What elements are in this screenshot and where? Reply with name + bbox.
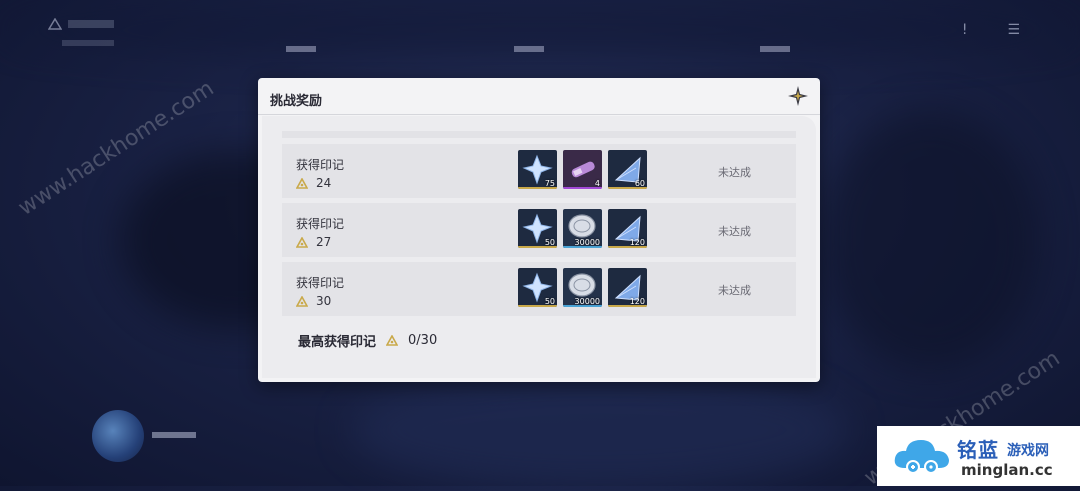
row-status: 未达成 <box>718 166 751 179</box>
row-label: 获得印记 <box>296 217 345 231</box>
reward-item[interactable]: 120 <box>608 209 647 248</box>
row-mark-count: 30 <box>296 294 331 308</box>
item-qty: 50 <box>544 238 555 247</box>
mark-count-value: 30 <box>316 294 332 308</box>
reward-item[interactable]: 50 <box>518 209 557 248</box>
item-qty: 120 <box>629 297 645 306</box>
skill-orb-icon[interactable] <box>92 410 144 462</box>
item-qty: 120 <box>629 238 645 247</box>
dialog-title: 挑战奖励 <box>270 94 323 109</box>
reward-items: 50 30000 120 <box>518 268 647 307</box>
mark-icon <box>386 335 399 346</box>
mark-icon <box>296 295 308 307</box>
cloud-gamepad-icon <box>894 440 949 474</box>
close-star-icon <box>788 86 808 106</box>
row-mark-count: 27 <box>296 235 331 249</box>
logo-domain: minglan.cc <box>961 461 1053 479</box>
top-left-hud <box>48 18 114 56</box>
list-top-edge <box>282 131 796 138</box>
row-status: 未达成 <box>718 284 751 297</box>
reward-item[interactable]: 120 <box>608 268 647 307</box>
info-icon[interactable]: ! <box>962 22 968 38</box>
row-label: 获得印记 <box>296 276 345 290</box>
reward-items: 50 30000 120 <box>518 209 647 248</box>
reward-items: 75 4 60 <box>518 150 647 189</box>
item-qty: 50 <box>544 297 555 306</box>
challenge-reward-dialog: 挑战奖励 获得印记 24 75 4 60 未达成 获得印记 27 50 3000… <box>258 78 820 382</box>
reward-item[interactable]: 60 <box>608 150 647 189</box>
reward-row: 获得印记 30 50 30000 120 未达成 <box>282 262 796 316</box>
row-status: 未达成 <box>718 225 751 238</box>
summary-label: 最高获得印记 <box>298 335 377 350</box>
site-logo: 铭蓝 游戏网 minglan.cc <box>877 426 1080 486</box>
logo-brand: 铭蓝 <box>957 438 999 462</box>
item-qty: 60 <box>634 179 645 188</box>
reward-row: 获得印记 27 50 30000 120 未达成 <box>282 203 796 257</box>
reward-item[interactable]: 4 <box>563 150 602 189</box>
top-right-hud: ! ☰ <box>962 22 1020 38</box>
item-qty: 4 <box>594 179 600 188</box>
item-qty: 30000 <box>574 297 600 306</box>
row-label: 获得印记 <box>296 158 345 172</box>
close-button[interactable] <box>784 82 812 110</box>
row-mark-count: 24 <box>296 176 331 190</box>
header-divider <box>258 114 820 115</box>
summary-value: 0/30 <box>408 333 438 348</box>
mark-count-value: 24 <box>316 176 332 190</box>
skill-label <box>152 430 196 441</box>
reward-item[interactable]: 75 <box>518 150 557 189</box>
max-mark-summary: 最高获得印记 0/30 <box>298 331 437 350</box>
reward-item[interactable]: 50 <box>518 268 557 307</box>
reward-row: 获得印记 24 75 4 60 未达成 <box>282 144 796 198</box>
menu-icon[interactable]: ☰ <box>1007 22 1020 38</box>
mark-icon <box>296 236 308 248</box>
reward-item[interactable]: 30000 <box>563 209 602 248</box>
mark-count-value: 27 <box>316 235 332 249</box>
logo-sub: 游戏网 <box>1007 443 1049 459</box>
item-qty: 30000 <box>574 238 600 247</box>
item-qty: 75 <box>544 179 555 188</box>
reward-item[interactable]: 30000 <box>563 268 602 307</box>
mark-icon <box>296 177 308 189</box>
mark-icon <box>48 18 62 30</box>
